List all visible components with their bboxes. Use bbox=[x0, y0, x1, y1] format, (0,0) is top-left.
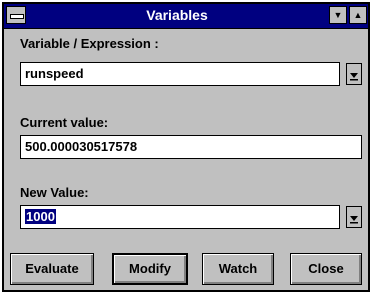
modify-button[interactable]: Modify bbox=[112, 253, 188, 285]
system-menu-icon bbox=[10, 14, 24, 19]
variable-dropdown-button[interactable] bbox=[346, 63, 362, 85]
maximize-button[interactable]: ▲ bbox=[349, 6, 367, 24]
current-value-text: 500.000030517578 bbox=[25, 139, 138, 154]
watch-button[interactable]: Watch bbox=[202, 253, 274, 285]
dropdown-arrow-icon bbox=[350, 73, 358, 81]
variable-expression-value: runspeed bbox=[25, 66, 84, 81]
new-value-text: 1000 bbox=[25, 209, 56, 224]
new-value-label: New Value: bbox=[20, 185, 89, 200]
dropdown-arrow-icon bbox=[350, 216, 358, 224]
current-value-label: Current value: bbox=[20, 115, 109, 130]
title-bar: Variables ▼ ▲ bbox=[4, 4, 368, 29]
close-button[interactable]: Close bbox=[290, 253, 362, 285]
current-value-field: 500.000030517578 bbox=[20, 135, 362, 159]
triangle-up-icon: ▲ bbox=[353, 10, 363, 20]
triangle-down-icon: ▼ bbox=[333, 10, 343, 20]
system-menu-button[interactable] bbox=[6, 6, 26, 24]
window-title: Variables bbox=[146, 7, 208, 23]
new-value-dropdown-button[interactable] bbox=[346, 206, 362, 228]
variable-label: Variable / Expression : bbox=[20, 36, 159, 51]
evaluate-button[interactable]: Evaluate bbox=[10, 253, 94, 285]
variable-expression-input[interactable]: runspeed bbox=[20, 62, 340, 86]
variables-dialog: Variables ▼ ▲ Variable / Expression : ru… bbox=[2, 2, 370, 292]
new-value-input[interactable]: 1000 bbox=[20, 205, 340, 229]
minimize-button[interactable]: ▼ bbox=[329, 6, 347, 24]
